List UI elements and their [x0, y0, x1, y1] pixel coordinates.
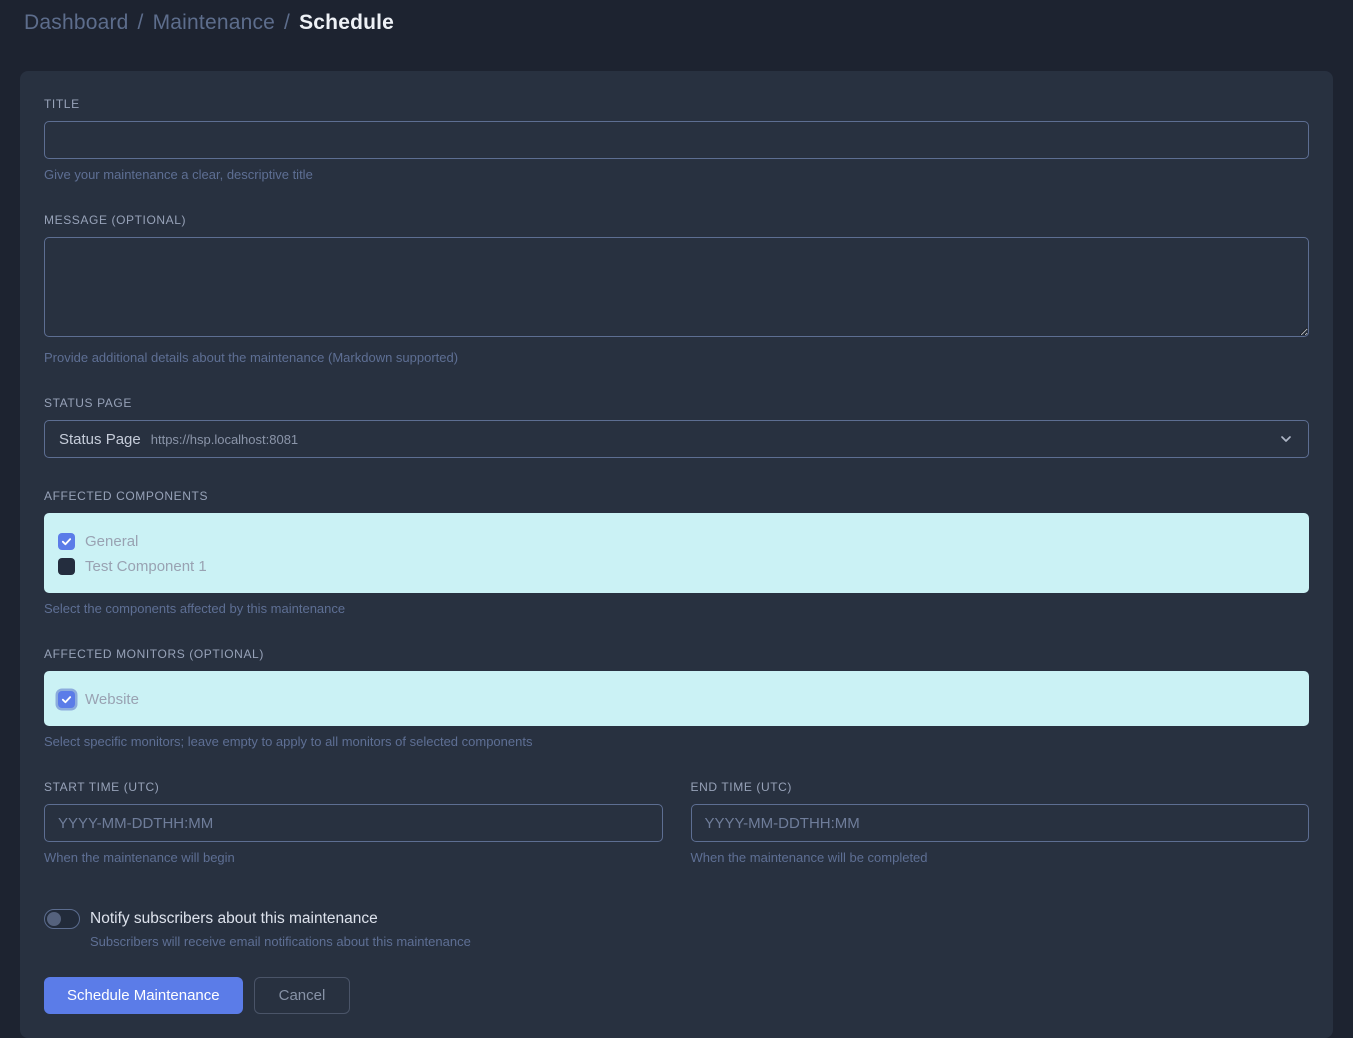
cancel-button[interactable]: Cancel — [254, 977, 351, 1014]
component-option-label: Test Component 1 — [85, 558, 207, 575]
checkbox-unchecked-icon[interactable] — [58, 558, 75, 575]
start-time-label: START TIME (UTC) — [44, 780, 663, 794]
breadcrumb: Dashboard/Maintenance/Schedule — [0, 0, 1353, 45]
notify-subscribers-helper-text: Subscribers will receive email notificat… — [90, 934, 471, 949]
notify-subscribers-section: Notify subscribers about this maintenanc… — [44, 908, 1309, 949]
breadcrumb-item-dashboard[interactable]: Dashboard — [24, 11, 129, 34]
start-time-input[interactable] — [44, 804, 663, 842]
component-option-test-component-1[interactable]: Test Component 1 — [58, 554, 1295, 578]
message-textarea[interactable] — [44, 237, 1309, 337]
breadcrumb-separator: / — [129, 11, 153, 34]
component-option-general[interactable]: General — [58, 529, 1295, 553]
notify-subscribers-toggle[interactable] — [44, 909, 80, 929]
checkbox-checked-icon[interactable] — [58, 691, 75, 708]
component-option-label: General — [85, 533, 138, 550]
end-time-label: END TIME (UTC) — [691, 780, 1310, 794]
status-page-label: STATUS PAGE — [44, 396, 1309, 410]
end-time-field-group: END TIME (UTC) When the maintenance will… — [691, 780, 1310, 865]
affected-monitors-field-group: AFFECTED MONITORS (OPTIONAL) Website Sel… — [44, 647, 1309, 749]
status-page-selected-url: https://hsp.localhost:8081 — [151, 432, 298, 447]
monitor-option-label: Website — [85, 691, 139, 708]
end-time-helper-text: When the maintenance will be completed — [691, 850, 1310, 865]
status-page-select[interactable]: Status Page https://hsp.localhost:8081 — [44, 420, 1309, 458]
affected-components-helper-text: Select the components affected by this m… — [44, 601, 1309, 616]
breadcrumb-item-maintenance[interactable]: Maintenance — [153, 11, 275, 34]
breadcrumb-separator: / — [275, 11, 299, 34]
affected-monitors-list: Website — [44, 671, 1309, 726]
form-actions-row: Schedule Maintenance Cancel — [44, 977, 1309, 1014]
affected-monitors-label: AFFECTED MONITORS (OPTIONAL) — [44, 647, 1309, 661]
toggle-knob — [47, 912, 61, 926]
checkbox-checked-icon[interactable] — [58, 533, 75, 550]
status-page-field-group: STATUS PAGE Status Page https://hsp.loca… — [44, 396, 1309, 458]
breadcrumb-item-schedule: Schedule — [299, 11, 394, 34]
chevron-down-icon — [1278, 431, 1294, 447]
message-label: MESSAGE (OPTIONAL) — [44, 213, 1309, 227]
start-time-helper-text: When the maintenance will begin — [44, 850, 663, 865]
start-time-field-group: START TIME (UTC) When the maintenance wi… — [44, 780, 663, 865]
affected-monitors-helper-text: Select specific monitors; leave empty to… — [44, 734, 1309, 749]
title-input[interactable] — [44, 121, 1309, 159]
monitor-option-website[interactable]: Website — [58, 687, 1295, 711]
title-field-group: TITLE Give your maintenance a clear, des… — [44, 97, 1309, 182]
notify-texts: Notify subscribers about this maintenanc… — [90, 908, 471, 949]
end-time-input[interactable] — [691, 804, 1310, 842]
affected-components-label: AFFECTED COMPONENTS — [44, 489, 1309, 503]
message-helper-text: Provide additional details about the mai… — [44, 350, 1309, 365]
affected-components-list: General Test Component 1 — [44, 513, 1309, 593]
status-page-selected-name: Status Page — [59, 431, 141, 448]
notify-subscribers-label: Notify subscribers about this maintenanc… — [90, 908, 471, 930]
time-fields-row: START TIME (UTC) When the maintenance wi… — [44, 780, 1309, 865]
affected-components-field-group: AFFECTED COMPONENTS General Test Compone… — [44, 489, 1309, 616]
title-label: TITLE — [44, 97, 1309, 111]
schedule-maintenance-form-card: TITLE Give your maintenance a clear, des… — [20, 71, 1333, 1038]
schedule-maintenance-button[interactable]: Schedule Maintenance — [44, 977, 243, 1014]
message-field-group: MESSAGE (OPTIONAL) Provide additional de… — [44, 213, 1309, 365]
title-helper-text: Give your maintenance a clear, descripti… — [44, 167, 1309, 182]
